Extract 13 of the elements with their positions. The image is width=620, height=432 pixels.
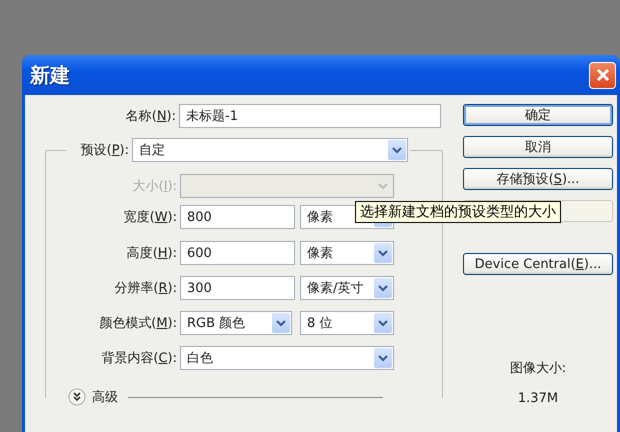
image-size-label: 图像大小: — [508, 360, 568, 377]
field-label: 颜色模式(M): — [98, 315, 178, 332]
field-label: 分辨率(R): — [113, 280, 178, 297]
advanced-label: 高级 — [92, 389, 118, 406]
field-label: 背景内容(C): — [100, 350, 178, 367]
field-label: 名称(N): — [124, 108, 177, 125]
image-size-value: 1.37M — [516, 391, 560, 406]
tooltip: 选择新建文档的预设类型的大小 — [355, 201, 561, 223]
field-label: 高度(H): — [126, 245, 178, 262]
window-title: 新建 — [30, 62, 70, 88]
field-label: 大小(I): — [132, 178, 178, 195]
field-label: 预设(P): — [80, 142, 130, 159]
field-label: 宽度(W): — [122, 209, 178, 226]
